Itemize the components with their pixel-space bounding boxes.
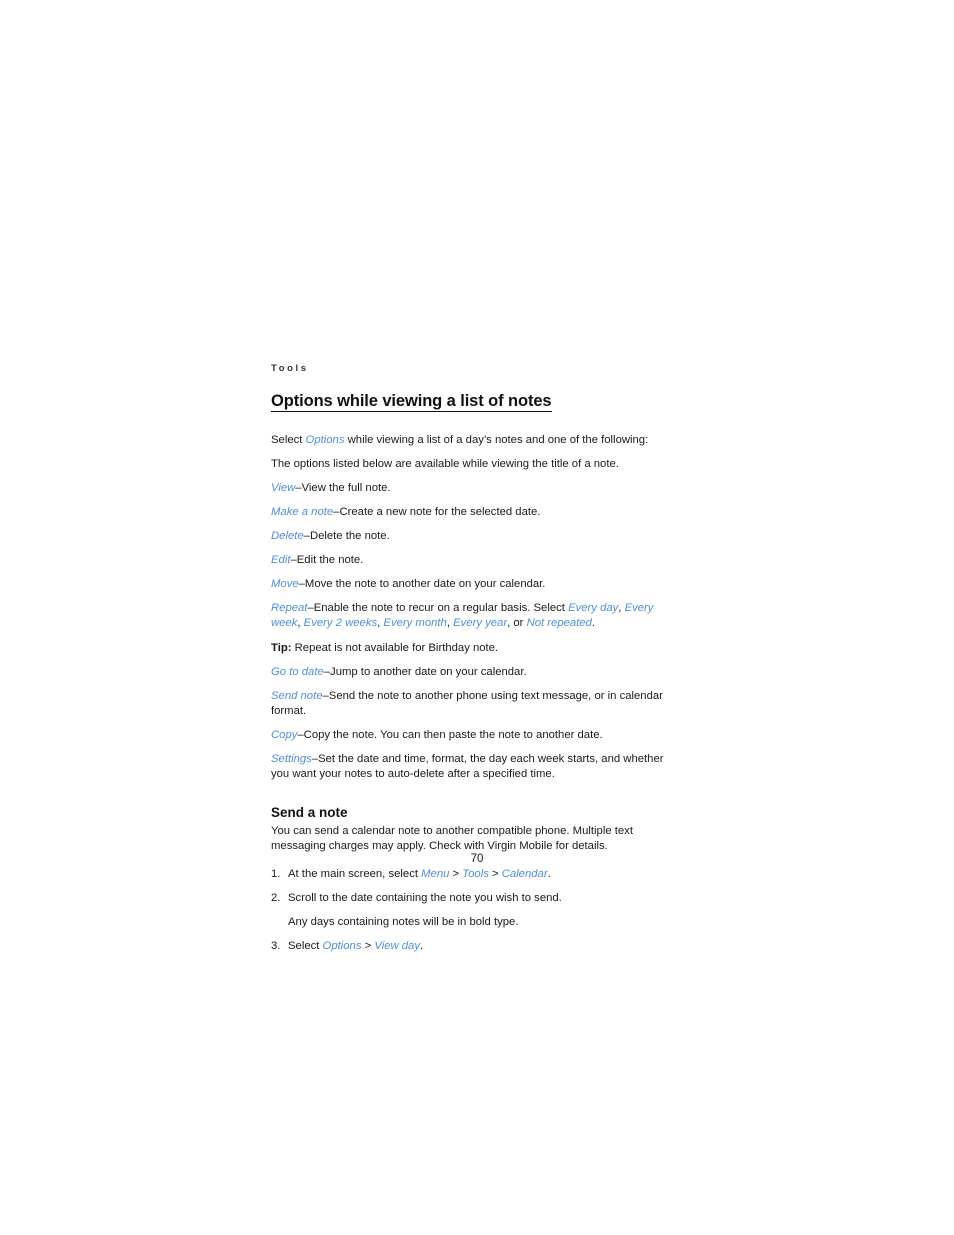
subsection-title: Send a note [271,804,348,820]
intro-paragraph-1: Select Options while viewing a list of a… [271,433,671,448]
path-item: Calendar [501,868,548,880]
path-item: Tools [462,868,489,880]
option-description: –Delete the note. [303,530,390,543]
options-list-secondary: Go to date–Jump to another date on your … [271,665,671,783]
path-item: Options [322,939,362,952]
option-term: Delete [271,530,304,543]
option-item: Go to date–Jump to another date on your … [271,665,671,680]
option-description: –Jump to another date on your calendar. [323,665,527,678]
step-text-before: Select [288,939,323,952]
repeat-value: Not repeated [526,617,592,630]
path-separator: > [361,939,375,952]
step-text-after: . [420,939,424,952]
repeat-value: Every year [453,617,508,630]
subsection-intro: You can send a calendar note to another … [271,824,633,853]
running-header: Tools [271,363,309,374]
step-path: Options > View day [323,940,420,952]
repeat-description-end: . [591,617,596,630]
option-description: –Create a new note for the selected date… [333,506,541,519]
option-item: Move–Move the note to another date on yo… [271,577,671,592]
option-term: Repeat [271,601,308,614]
tip-text: Repeat is not available for Birthday not… [291,641,499,654]
path-separator: > [488,868,502,880]
page-number: 70 [470,853,484,865]
path-item: Menu [421,868,450,880]
step-number: 3. [271,939,281,952]
path-item: View day [374,939,420,952]
option-term: Edit [271,554,291,566]
option-term: View [271,482,296,495]
option-description: –Set the date and time, format, the day … [271,752,664,781]
step-number: 1. [271,868,281,880]
tip-paragraph: Tip: Repeat is not available for Birthda… [271,641,671,656]
list-item: 2. Scroll to the date containing the not… [271,891,671,930]
ui-term-options: Options [305,434,345,447]
option-term: Settings [271,752,312,765]
intro-paragraph-2: The options listed below are available w… [271,458,619,471]
option-description: –Move the note to another date on your c… [298,577,546,590]
repeat-value: Every 2 weeks [303,617,378,630]
option-description: –Edit the note. [290,554,364,566]
procedure-steps: 1. At the main screen, select Menu > Too… [271,867,671,954]
step-text-after: . [547,868,551,880]
option-item: Delete–Delete the note. [271,529,671,544]
option-item: Edit–Edit the note. [271,553,671,568]
option-item: Send note–Send the note to another phone… [271,689,671,719]
step-text-before: At the main screen, select [288,868,422,880]
list-item: 1. At the main screen, select Menu > Too… [271,867,671,882]
option-term: Make a note [271,506,334,519]
option-item: Settings–Set the date and time, format, … [271,752,671,783]
page-title: Options while viewing a list of notes [271,392,552,413]
options-list-primary: View–View the full note. Make a note–Cre… [271,481,671,592]
repeat-value: Every day [568,601,619,614]
option-item: View–View the full note. [271,481,671,496]
intro-text-after: while viewing a list of a day’s notes an… [344,434,649,447]
option-description: –View the full note. [295,482,391,495]
option-description: –Enable the note to recur on a regular b… [307,601,569,614]
option-item: Copy–Copy the note. You can then paste t… [271,728,671,743]
option-description: –Copy the note. You can then paste the n… [297,728,603,741]
option-term: Go to date [271,665,324,678]
intro-text-before: Select [271,434,306,447]
step-number: 2. [271,891,281,904]
section-title-wrapper: Options while viewing a list of notes [271,392,671,424]
option-term: Copy [271,728,298,741]
option-description: –Send the note to another phone using te… [271,689,663,717]
step-substep: Any days containing notes will be in bol… [288,915,519,928]
repeat-value: Every month [383,617,447,630]
step-text: Scroll to the date containing the note y… [288,891,562,904]
list-item: 3. Select Options > View day. [271,939,671,954]
option-item: Make a note–Create a new note for the se… [271,505,671,520]
path-separator: > [449,868,463,880]
document-page: Tools Options while viewing a list of no… [271,364,671,963]
tip-label: Tip: [271,641,292,654]
repeat-value-separator: , or [507,617,527,630]
option-term: Send note [271,689,323,702]
step-path: Menu > Tools > Calendar [421,868,547,880]
option-term: Move [271,577,299,590]
option-item-repeat: Repeat–Enable the note to recur on a reg… [271,601,671,632]
